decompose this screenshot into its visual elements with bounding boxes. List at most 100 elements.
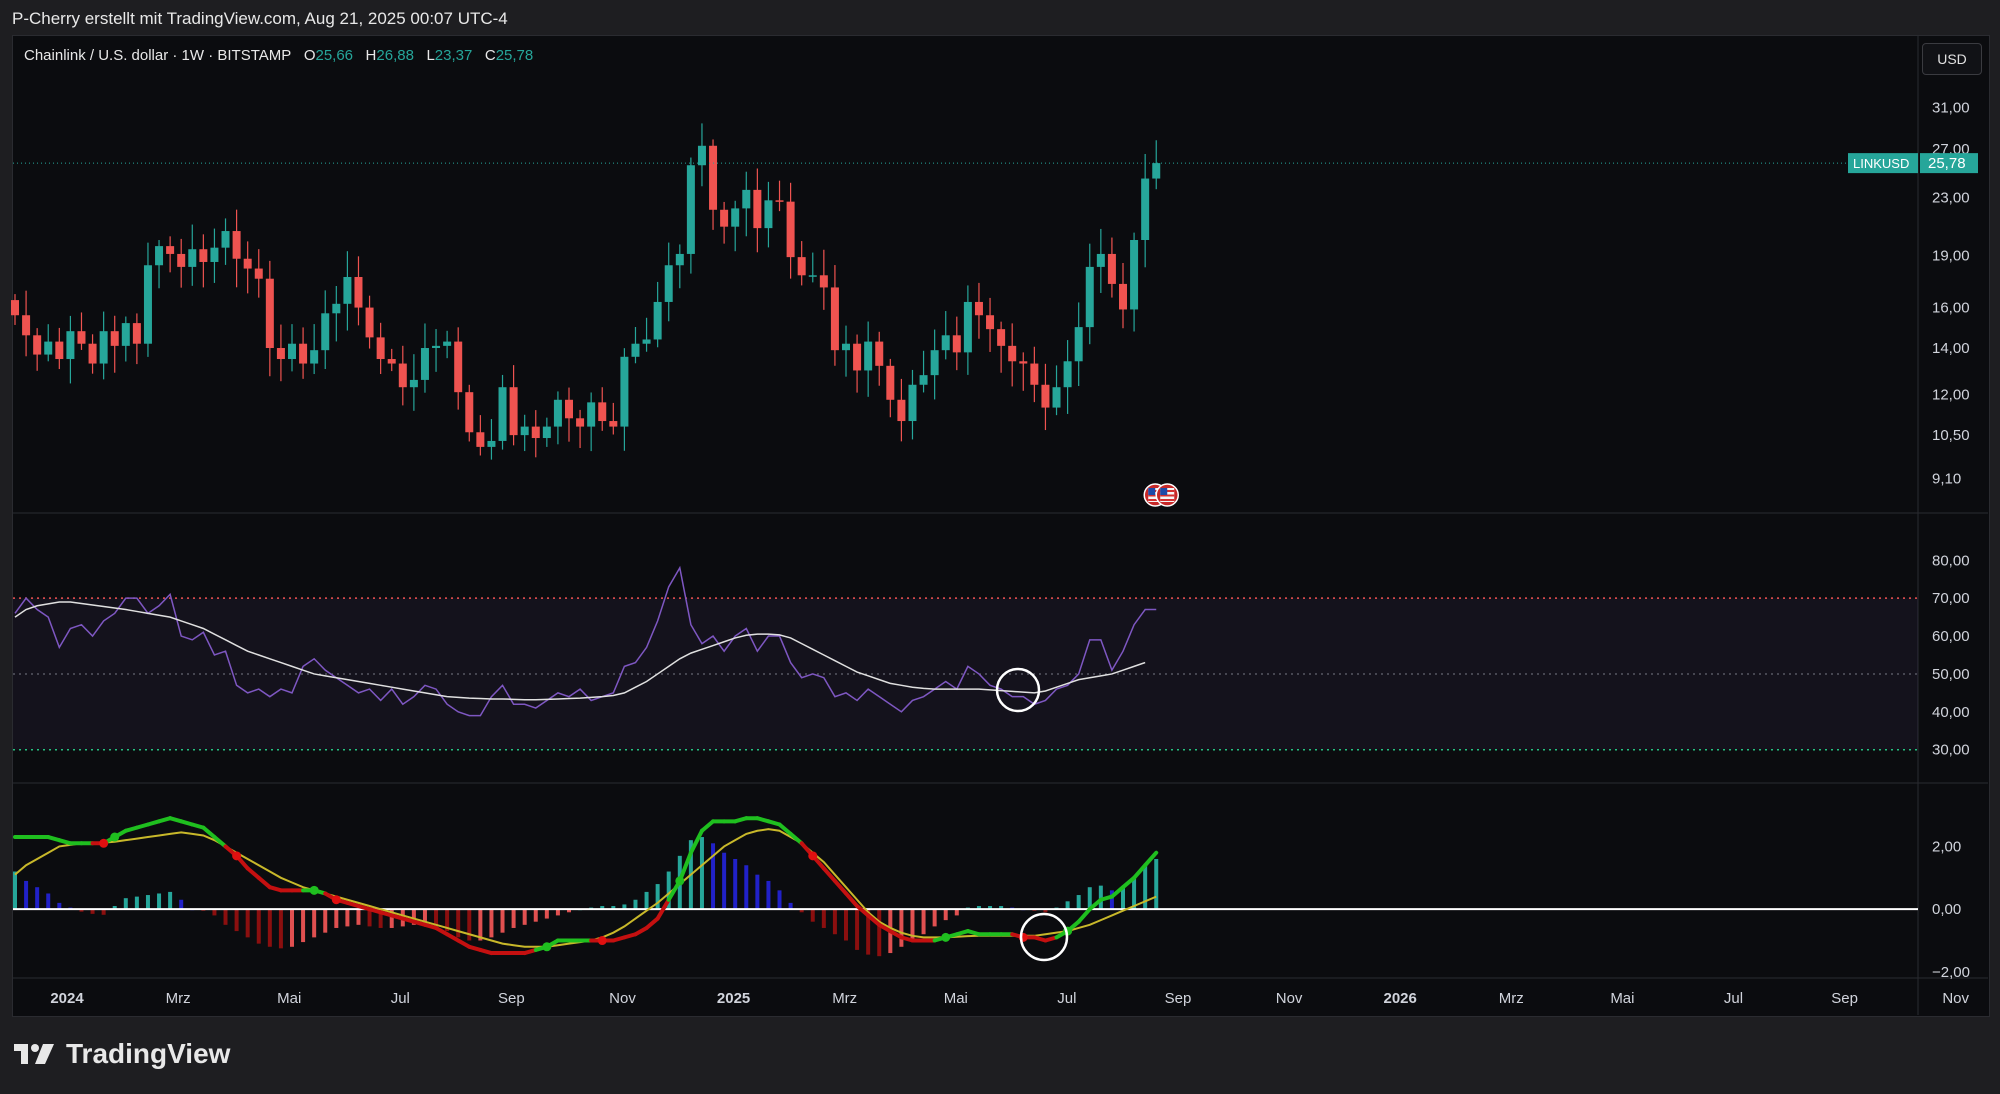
high-label: H [365,47,377,64]
macd-histogram-bar [766,880,771,910]
macd-histogram-bar [511,909,516,928]
macd-histogram-bar [821,909,826,928]
candle-body [221,231,230,248]
currency-button[interactable]: USD [1922,43,1982,75]
candle-body [531,426,540,439]
macd-histogram-bar [1065,901,1070,910]
macd-histogram-bar [855,909,860,950]
macd-histogram-bar [245,909,250,938]
tradingview-logo[interactable]: TradingView [14,1038,230,1070]
candle-body [686,165,695,254]
candle-body [520,426,529,436]
macd-histogram-bar [278,909,283,949]
rsi-tick-label: 80,00 [1932,552,1970,569]
candle-body [288,343,296,360]
macd-histogram-bar [345,909,350,927]
macd-histogram-bar [46,893,51,910]
macd-histogram-bar [145,895,150,910]
candle-body [598,402,607,422]
candle-body [565,399,573,419]
candle-body [265,278,274,349]
macd-histogram-bar [489,909,494,938]
candle-body [1085,266,1094,328]
macd-histogram-bar [899,909,904,947]
brand-name: TradingView [66,1038,231,1069]
macd-cross-dot [99,838,109,848]
candle-body [321,313,330,351]
candle-body [576,418,585,427]
candle-body [465,392,474,433]
macd-histogram-bar [777,890,782,910]
high-value: 26,88 [376,47,414,64]
candle-body [1030,363,1039,385]
candle-body [764,200,773,229]
candle-body [454,341,463,393]
candle-body [343,276,352,304]
candle-body [476,432,485,447]
candle-body [1019,361,1028,364]
macd-tick-label: 2,00 [1932,838,1961,855]
close-value: 25,78 [495,47,534,64]
macd-histogram-bar [35,887,40,910]
macd-histogram-bar [179,899,184,910]
low-value: 23,37 [434,47,473,64]
candle-body [775,200,784,202]
candle-body [1119,283,1127,310]
candle-body [44,341,53,355]
candle-body [853,343,862,371]
time-tick-label: 2025 [717,990,750,1007]
candle-body [830,287,839,351]
candle-body [941,335,950,351]
time-tick-label: Jul [1057,990,1076,1007]
macd-histogram-bar [755,874,760,910]
candle-body [631,343,640,357]
rsi-tick-label: 50,00 [1932,666,1970,683]
candle-body [365,307,374,338]
time-tick-label: Mai [277,990,301,1007]
candle-body [310,350,319,364]
flag-canton [1160,488,1168,495]
macd-line-segment [644,916,660,930]
macd-line-segment [832,878,848,896]
candle-body [1074,327,1083,362]
macd-histogram-bar [134,896,139,910]
symbol-title[interactable]: Chainlink / U.S. dollar · 1W · BITSTAMP [24,47,291,64]
candle-body [88,343,97,364]
macd-cross-dot [309,885,319,895]
price-tick-label: 31,00 [1932,99,1970,116]
macd-histogram-bar [367,909,372,927]
candle-body [642,339,651,344]
candle-body [675,253,684,266]
candle-body [99,331,108,364]
open-label: O [303,47,316,64]
macd-histogram-bar [921,909,926,935]
candle-body [77,331,86,344]
candle-body [33,335,42,355]
candle-body [842,343,850,351]
candle-body [232,231,241,259]
candle-body [1130,239,1139,310]
candle-body [952,335,961,353]
time-tick-label: Mai [944,990,968,1007]
low-label: L [426,47,435,64]
candle-body [753,189,762,229]
macd-histogram-bar [467,909,472,941]
macd-histogram-bar [356,909,361,925]
candle-body [875,341,884,366]
macd-histogram-bar [478,909,483,941]
candle-body [997,329,1006,346]
price-tick-label: 16,00 [1932,300,1970,317]
candle-body [974,301,983,316]
time-tick-label: Mrz [1499,990,1524,1007]
macd-histogram-bar [744,865,749,910]
candle-body [398,363,407,388]
macd-cross-dot [941,932,951,942]
macd-histogram-bar [290,909,294,947]
chart-canvas[interactable]: 31,0027,0023,0019,0016,0014,0012,0010,50… [0,0,2000,1094]
macd-histogram-bar [655,884,660,910]
candle-body [664,265,673,302]
macd-histogram-bar [932,909,937,927]
symbol-tag-label: LINKUSD [1853,156,1909,171]
candle-body [897,399,906,422]
candle-body [509,387,518,436]
